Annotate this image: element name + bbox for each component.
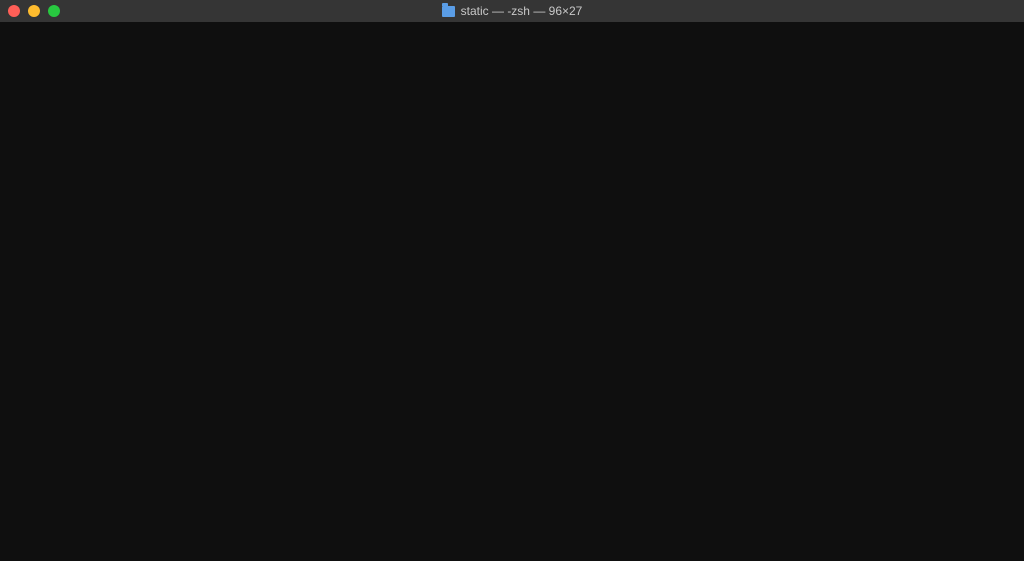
window-title: static — -zsh — 96×27 bbox=[442, 4, 583, 18]
close-window-button[interactable] bbox=[8, 5, 20, 17]
folder-icon bbox=[442, 6, 455, 17]
minimize-window-button[interactable] bbox=[28, 5, 40, 17]
window-title-right: -zsh — 96×27 bbox=[507, 4, 582, 18]
window-titlebar: static — -zsh — 96×27 bbox=[0, 0, 1024, 22]
traffic-lights bbox=[8, 5, 60, 17]
fullscreen-window-button[interactable] bbox=[48, 5, 60, 17]
window-title-left: static bbox=[461, 4, 489, 18]
terminal-output[interactable] bbox=[0, 22, 1024, 561]
